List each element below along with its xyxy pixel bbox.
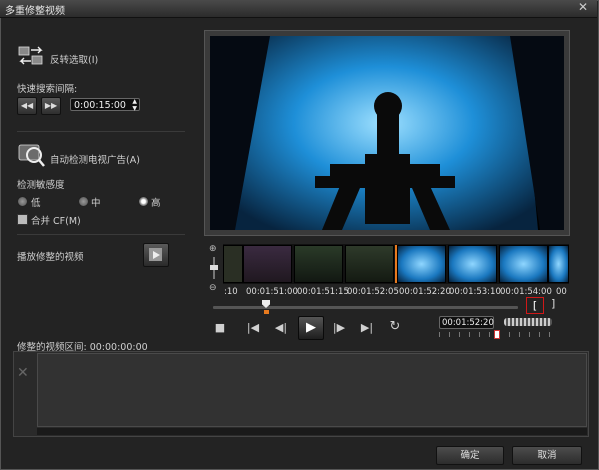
fast-forward-button[interactable]: ▶▶ bbox=[41, 97, 61, 115]
preview-frame-image bbox=[210, 36, 564, 230]
merge-cf-checkbox[interactable] bbox=[17, 214, 28, 225]
thumbnail[interactable] bbox=[243, 245, 292, 283]
thumbnail[interactable] bbox=[345, 245, 394, 283]
search-interval-value: 0:00:15:00 bbox=[74, 100, 126, 111]
invert-selection-label[interactable]: 反转选取(I) bbox=[50, 52, 98, 66]
timeline-label: 00 bbox=[556, 287, 567, 297]
thumbnail[interactable] bbox=[223, 245, 243, 283]
shuttle-indicator[interactable] bbox=[494, 330, 500, 339]
play-film-icon bbox=[149, 248, 162, 261]
sensitivity-low-label[interactable]: 低 bbox=[31, 195, 41, 209]
loop-button[interactable]: ↻ bbox=[386, 319, 404, 334]
cancel-button[interactable]: 取消 bbox=[512, 446, 582, 465]
thumbnail[interactable] bbox=[548, 245, 569, 283]
timeline-label: :10 bbox=[224, 287, 238, 297]
mark-in-button[interactable]: [ bbox=[526, 297, 544, 314]
step-back-button[interactable]: ◀| bbox=[272, 321, 290, 334]
next-key-button[interactable]: ▶| bbox=[358, 321, 376, 334]
auto-detect-label[interactable]: 自动检测电视广告(A) bbox=[50, 152, 140, 166]
stepper-arrows-icon[interactable]: ▲ ▼ bbox=[132, 98, 137, 112]
jog-wheel[interactable] bbox=[504, 318, 552, 326]
position-indicator bbox=[264, 310, 269, 314]
sensitivity-low-radio[interactable] bbox=[17, 196, 28, 207]
close-button[interactable]: ✕ bbox=[572, 0, 594, 15]
fast-search-label: 快速搜索间隔: bbox=[17, 84, 78, 95]
sensitivity-mid-radio[interactable] bbox=[78, 196, 89, 207]
video-preview bbox=[210, 36, 564, 230]
timeline-label: 00:01:52:05 bbox=[347, 287, 399, 297]
mark-out-button[interactable]: ] bbox=[551, 297, 555, 310]
timeline-label: 00:01:51:00 bbox=[246, 287, 298, 297]
title-bar bbox=[0, 0, 597, 18]
separator bbox=[17, 234, 185, 235]
sensitivity-high-radio[interactable] bbox=[138, 196, 149, 207]
timeline-label: 00:01:53:10 bbox=[449, 287, 501, 297]
step-forward-button[interactable]: |▶ bbox=[330, 321, 348, 334]
thumbnail[interactable] bbox=[448, 245, 497, 283]
clips-scrollbar[interactable] bbox=[37, 428, 587, 435]
sensitivity-high-label[interactable]: 高 bbox=[151, 195, 161, 209]
clips-list[interactable] bbox=[37, 353, 587, 427]
play-trimmed-button[interactable] bbox=[143, 243, 169, 267]
sensitivity-mid-label[interactable]: 中 bbox=[91, 195, 101, 209]
search-interval-stepper[interactable]: 0:00:15:00 ▲ ▼ bbox=[70, 98, 140, 112]
stop-button[interactable]: ■ bbox=[213, 321, 227, 334]
play-button[interactable]: ▶ bbox=[298, 316, 324, 340]
tv-ad-detect-icon[interactable] bbox=[17, 141, 47, 169]
zoom-out-icon[interactable]: ⊖ bbox=[209, 283, 219, 293]
previous-key-button[interactable]: |◀ bbox=[244, 321, 262, 334]
timeline-label: 00:01:52:20 bbox=[399, 287, 451, 297]
timecode-display[interactable]: 00:01:52:20 bbox=[439, 316, 494, 329]
window-title: 多重修整视频 bbox=[5, 6, 65, 17]
thumbnail[interactable] bbox=[294, 245, 343, 283]
timecode-value: 00:01:52:20 bbox=[442, 318, 494, 328]
play-trimmed-label: 播放修整的视频 bbox=[17, 252, 84, 263]
scrubber-track[interactable] bbox=[213, 306, 518, 309]
rewind-button[interactable]: ◀◀ bbox=[17, 97, 37, 115]
thumbnail[interactable] bbox=[397, 245, 446, 283]
merge-cf-label[interactable]: 合并 CF(M) bbox=[31, 213, 81, 227]
sensitivity-label: 检测敏感度 bbox=[17, 180, 65, 191]
separator bbox=[17, 131, 185, 132]
ok-button[interactable]: 确定 bbox=[436, 446, 504, 465]
zoom-in-icon[interactable]: ⊕ bbox=[209, 244, 219, 254]
thumbnail[interactable] bbox=[499, 245, 548, 283]
timeline-label: 00:01:54:00 bbox=[500, 287, 552, 297]
invert-selection-icon[interactable] bbox=[17, 44, 45, 68]
zoom-slider-thumb[interactable] bbox=[210, 265, 218, 270]
timeline-label: 00:01:51:15 bbox=[297, 287, 349, 297]
delete-clip-icon[interactable]: ✕ bbox=[17, 365, 31, 381]
